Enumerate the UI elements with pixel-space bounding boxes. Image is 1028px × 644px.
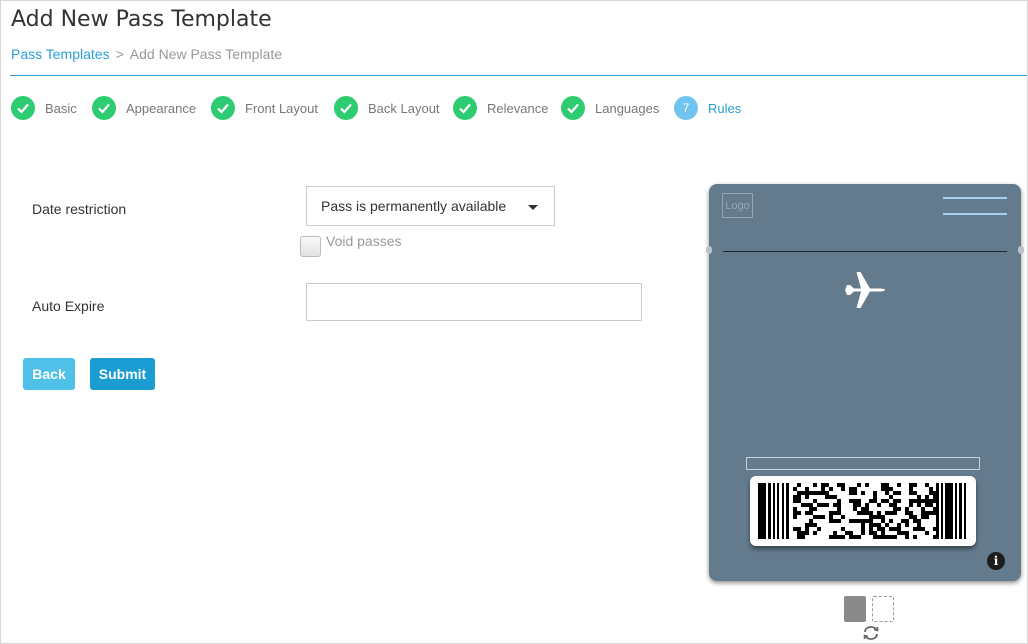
back-button[interactable]: Back bbox=[23, 358, 75, 390]
step-appearance[interactable]: Appearance bbox=[92, 96, 196, 120]
step-number: 7 bbox=[674, 96, 698, 120]
step-relevance[interactable]: Relevance bbox=[453, 96, 548, 120]
step-rules[interactable]: 7 Rules bbox=[674, 96, 741, 120]
step-label: Back Layout bbox=[368, 100, 440, 116]
page-title: Add New Pass Template bbox=[11, 7, 272, 32]
step-label: Rules bbox=[708, 100, 742, 116]
caret-down-icon bbox=[528, 205, 538, 210]
pass-header-field-line bbox=[943, 197, 1007, 199]
check-icon bbox=[92, 96, 116, 120]
pdf417-barcode-icon bbox=[758, 483, 966, 539]
step-label: Languages bbox=[595, 100, 660, 116]
breadcrumb-link-pass-templates[interactable]: Pass Templates bbox=[11, 46, 110, 62]
check-icon bbox=[211, 96, 235, 120]
step-basic[interactable]: Basic bbox=[11, 96, 77, 120]
check-icon bbox=[11, 96, 35, 120]
pass-back-side-toggle[interactable] bbox=[872, 596, 894, 622]
breadcrumb-separator: > bbox=[115, 46, 124, 62]
step-label: Relevance bbox=[487, 100, 549, 116]
wizard-steps: Basic Appearance Front Layout Back Layou… bbox=[11, 96, 1011, 120]
step-languages[interactable]: Languages bbox=[561, 96, 659, 120]
check-icon bbox=[561, 96, 585, 120]
pass-divider bbox=[723, 251, 1007, 252]
date-restriction-value: Pass is permanently available bbox=[321, 198, 507, 214]
step-back-layout[interactable]: Back Layout bbox=[334, 96, 440, 120]
void-passes-checkbox[interactable] bbox=[300, 236, 321, 257]
step-front-layout[interactable]: Front Layout bbox=[211, 96, 318, 120]
submit-button[interactable]: Submit bbox=[90, 358, 155, 390]
date-restriction-select[interactable]: Pass is permanently available bbox=[306, 186, 555, 226]
pass-notch-left bbox=[706, 246, 712, 254]
check-icon bbox=[334, 96, 358, 120]
barcode bbox=[750, 476, 976, 546]
pass-notch-right bbox=[1018, 246, 1024, 254]
pass-preview: Logo i bbox=[706, 184, 1024, 581]
breadcrumb-current: Add New Pass Template bbox=[129, 46, 283, 62]
flip-icon[interactable] bbox=[862, 625, 880, 641]
barcode-alt-text bbox=[746, 457, 980, 470]
airplane-icon bbox=[845, 272, 885, 308]
header-divider bbox=[10, 75, 1027, 76]
step-label: Front Layout bbox=[245, 100, 318, 116]
breadcrumb: Pass Templates > Add New Pass Template bbox=[11, 46, 282, 62]
auto-expire-input[interactable] bbox=[306, 283, 642, 321]
auto-expire-label: Auto Expire bbox=[32, 298, 105, 314]
date-restriction-label: Date restriction bbox=[32, 201, 127, 217]
pass-front-side-toggle[interactable] bbox=[844, 596, 866, 622]
step-label: Basic bbox=[45, 100, 77, 116]
step-label: Appearance bbox=[126, 100, 197, 116]
pass-logo: Logo bbox=[722, 193, 753, 218]
void-passes-label: Void passes bbox=[326, 233, 402, 249]
info-icon[interactable]: i bbox=[987, 552, 1005, 570]
check-icon bbox=[453, 96, 477, 120]
pass-header-field-line bbox=[943, 213, 1007, 215]
